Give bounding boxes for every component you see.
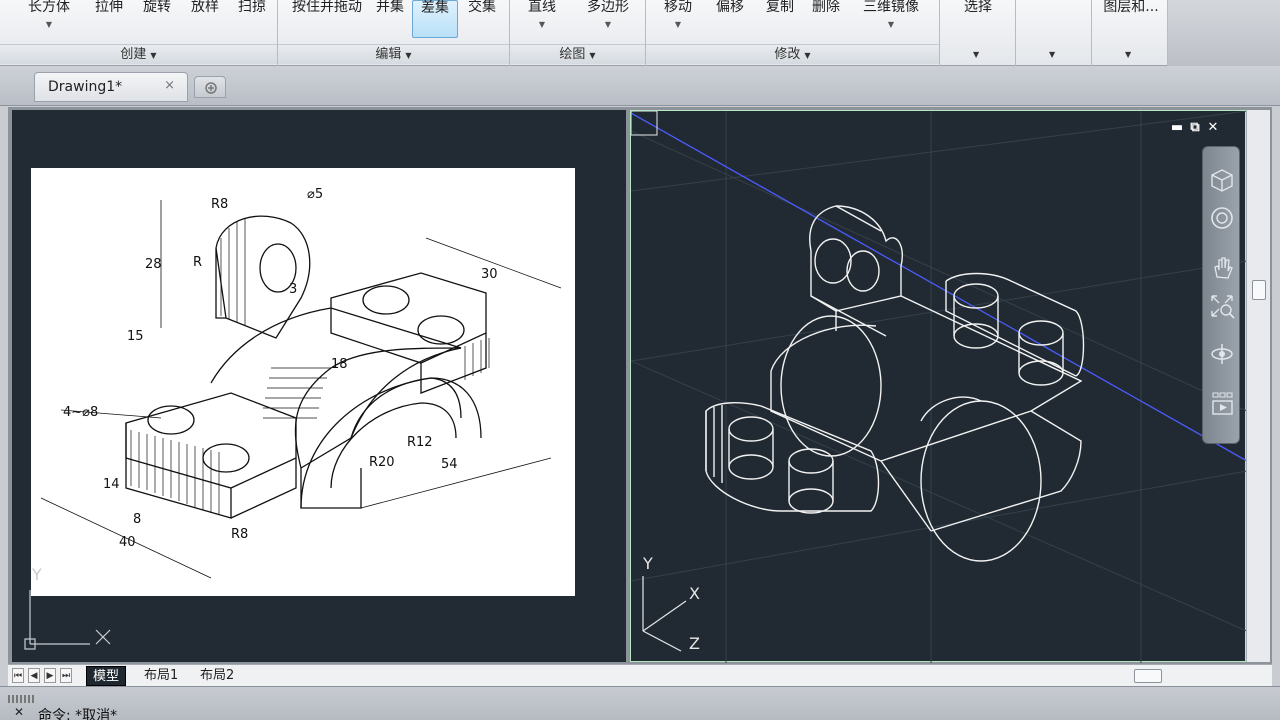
- command-close-icon[interactable]: ✕: [14, 705, 24, 719]
- subtract-button[interactable]: 差集: [412, 0, 458, 38]
- first-layout-icon[interactable]: ⏮: [12, 668, 24, 683]
- new-tab-icon: [205, 82, 217, 94]
- mirror3d-button[interactable]: 三维镜像 ▼: [860, 0, 922, 38]
- offset-button[interactable]: 偏移: [710, 0, 750, 38]
- dim-label: 54: [441, 457, 458, 472]
- viewcube-icon[interactable]: [1209, 167, 1235, 193]
- extrude-button[interactable]: 拉伸: [86, 0, 132, 38]
- ucs-icon-left: Y: [24, 565, 111, 650]
- move-button[interactable]: 移动 ▼: [658, 0, 698, 38]
- dim-label: R12: [407, 435, 433, 450]
- dim-label: 4~⌀8: [63, 405, 98, 420]
- command-text: 命令: *取消*: [38, 708, 118, 720]
- reference-image: R8 ⌀5 28 R 3 15 18 30 4~⌀8 14 8 40 R8 R2…: [31, 168, 575, 596]
- 3d-wireframe-model: Y X Z: [630, 110, 1248, 663]
- tab-layout1[interactable]: 布局1: [138, 666, 184, 686]
- dim-label: 14: [103, 477, 120, 492]
- ucs-x-label: X: [689, 584, 700, 603]
- ribbon: 长方体 ▼ 拉伸 旋转 放样 扫掠 创建 ▼ 按住并拖动 并集 差集 交集 编辑 ▼ …: [0, 0, 1280, 66]
- panel-title-edit[interactable]: 编辑 ▼: [278, 44, 509, 64]
- ribbon-panel-select: 选择 ▼: [940, 0, 1016, 66]
- copy-button[interactable]: 复制: [760, 0, 800, 38]
- union-button[interactable]: 并集: [370, 0, 410, 38]
- ribbon-panel-blank: ▼: [1016, 0, 1092, 66]
- polygon-button[interactable]: 多边形 ▼: [580, 0, 636, 38]
- revolve-button[interactable]: 旋转: [135, 0, 179, 38]
- dim-label: R: [193, 255, 202, 270]
- ribbon-panel-layers: 图层和... ▼: [1092, 0, 1168, 66]
- dim-label: 18: [331, 357, 348, 372]
- panel-title-draw[interactable]: 绘图 ▼: [510, 44, 645, 64]
- loft-button[interactable]: 放样: [182, 0, 228, 38]
- navigation-bar: [1202, 146, 1240, 444]
- layers-caret-icon[interactable]: ▼: [1125, 50, 1131, 59]
- vertical-scrollbar[interactable]: [1246, 110, 1270, 662]
- panel-title-create[interactable]: 创建 ▼: [0, 44, 277, 64]
- ribbon-empty-area: [1168, 0, 1280, 66]
- minimize-icon[interactable]: ▬: [1168, 120, 1186, 135]
- tab-close-icon[interactable]: ×: [164, 78, 175, 93]
- grip-icon[interactable]: [8, 695, 34, 703]
- steering-wheel-icon[interactable]: [1209, 205, 1235, 231]
- last-layout-icon[interactable]: ⏭: [60, 668, 72, 683]
- layers-button[interactable]: 图层和...: [1096, 0, 1166, 38]
- close-icon[interactable]: ✕: [1204, 120, 1222, 135]
- viewport-right[interactable]: Y X Z: [630, 110, 1248, 663]
- dim-label: 40: [119, 535, 136, 550]
- sweep-button[interactable]: 扫掠: [230, 0, 274, 38]
- isometric-reference-drawing: R8 ⌀5 28 R 3 15 18 30 4~⌀8 14 8 40 R8 R2…: [40, 187, 562, 579]
- dim-label: 3: [289, 282, 297, 297]
- dim-label: 15: [127, 329, 144, 344]
- viewport-controls: ▬ ⧉ ✕: [1168, 120, 1238, 140]
- panel-title-modify[interactable]: 修改 ▼: [646, 44, 939, 64]
- intersect-button[interactable]: 交集: [462, 0, 502, 38]
- ucs-y-label-left: Y: [31, 565, 42, 584]
- tab-drawing1-label: Drawing1*: [48, 79, 123, 95]
- line-button[interactable]: 直线 ▼: [522, 0, 562, 38]
- ucs-icon-right: [642, 576, 687, 652]
- command-line[interactable]: ✕ 命令: *取消*: [0, 686, 1280, 720]
- box-button[interactable]: 长方体 ▼: [20, 0, 78, 38]
- presspull-button[interactable]: 按住并拖动: [284, 0, 370, 38]
- ucs-y-label: Y: [642, 554, 653, 573]
- blank-caret-icon[interactable]: ▼: [1049, 50, 1055, 59]
- ribbon-panel-edit: 按住并拖动 并集 差集 交集 编辑 ▼: [278, 0, 510, 66]
- prev-layout-icon[interactable]: ◀: [28, 668, 40, 683]
- erase-button[interactable]: 删除: [806, 0, 846, 38]
- ribbon-panel-draw: 直线 ▼ 多边形 ▼ 绘图 ▼: [510, 0, 646, 66]
- horizontal-scroll-thumb[interactable]: [1134, 669, 1162, 683]
- document-tabbar: [0, 66, 1280, 106]
- dim-label: 30: [481, 267, 498, 282]
- tab-drawing1[interactable]: Drawing1* ×: [34, 72, 188, 102]
- dim-label: 8: [133, 512, 141, 527]
- ribbon-panel-create: 长方体 ▼ 拉伸 旋转 放样 扫掠 创建 ▼: [0, 0, 278, 66]
- tab-layout2[interactable]: 布局2: [194, 666, 240, 686]
- ucs-z-label: Z: [689, 634, 700, 653]
- pan-icon[interactable]: [1209, 255, 1235, 281]
- ribbon-panel-modify: 移动 ▼ 偏移 复制 删除 三维镜像 ▼ 修改 ▼: [646, 0, 940, 66]
- autocad-window: 长方体 ▼ 拉伸 旋转 放样 扫掠 创建 ▼ 按住并拖动 并集 差集 交集 编辑 ▼ …: [0, 0, 1280, 720]
- showmotion-icon[interactable]: [1209, 391, 1235, 417]
- dim-label: R8: [211, 197, 228, 212]
- zoom-icon[interactable]: [1209, 293, 1235, 319]
- dim-label: R8: [231, 527, 248, 542]
- select-button[interactable]: 选择: [954, 0, 1002, 38]
- new-tab-button[interactable]: [194, 76, 226, 98]
- dim-label: 28: [145, 257, 162, 272]
- dim-label: R20: [369, 455, 395, 470]
- vertical-scroll-thumb[interactable]: [1252, 280, 1266, 300]
- tab-model[interactable]: 模型: [86, 666, 127, 686]
- dim-label: ⌀5: [307, 187, 323, 202]
- next-layout-icon[interactable]: ▶: [44, 668, 56, 683]
- layout-tab-bar: ⏮ ◀ ▶ ⏭ 模型 布局1 布局2: [8, 664, 1272, 686]
- orbit-icon[interactable]: [1209, 341, 1235, 367]
- restore-icon[interactable]: ⧉: [1186, 120, 1204, 135]
- select-caret-icon[interactable]: ▼: [973, 50, 979, 59]
